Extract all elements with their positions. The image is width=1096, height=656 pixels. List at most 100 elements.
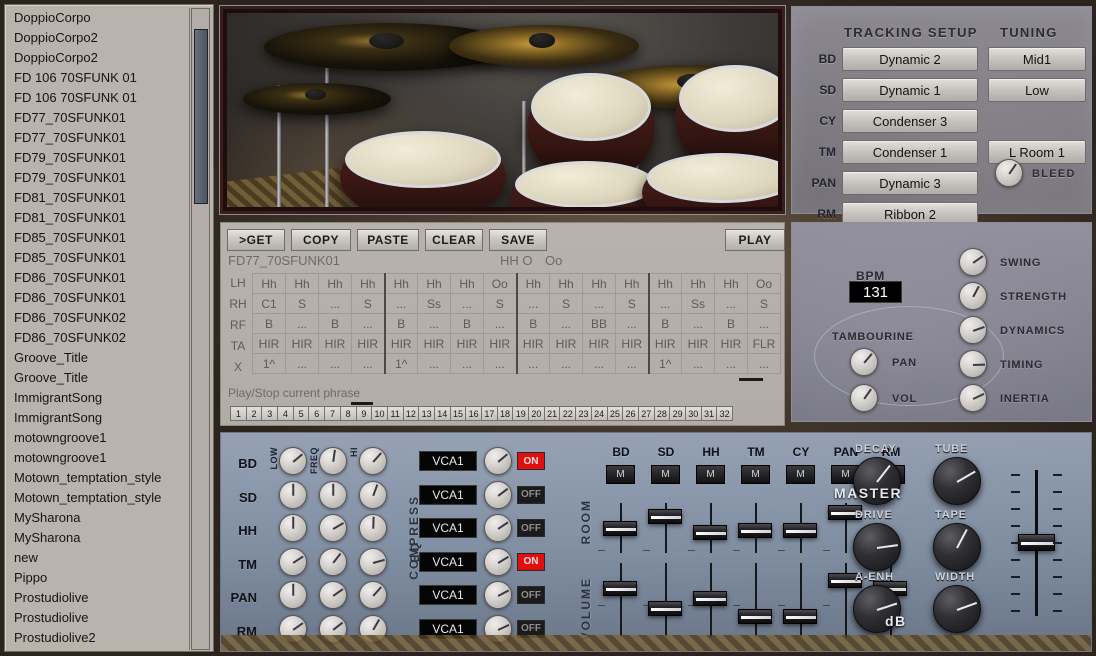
timing-knob[interactable]	[959, 350, 987, 378]
room-fader-cy[interactable]	[783, 523, 817, 538]
mute-button-tm[interactable]: M	[741, 465, 770, 484]
tape-knob[interactable]	[933, 523, 981, 571]
mute-button-bd[interactable]: M	[606, 465, 635, 484]
grid-cell[interactable]: B	[253, 314, 286, 334]
groove-list[interactable]: DoppioCorpoDoppioCorpo2DoppioCorpo2FD 10…	[8, 8, 190, 650]
step-17[interactable]: 17	[481, 406, 498, 421]
list-item[interactable]: FD86_70SFUNK01	[8, 268, 189, 288]
grid-cell[interactable]: Oo	[748, 274, 781, 294]
step-11[interactable]: 11	[387, 406, 404, 421]
tambourine-vol-knob[interactable]	[850, 384, 878, 412]
eq-hi-rm-knob[interactable]	[359, 615, 387, 643]
grid-cell[interactable]: ...	[616, 354, 649, 374]
list-item[interactable]: motowngroove1	[8, 448, 189, 468]
grid-cell[interactable]: Oo	[484, 274, 517, 294]
grid-cell[interactable]: HIR	[418, 334, 451, 354]
grid-cell[interactable]: B	[649, 314, 682, 334]
list-item[interactable]: FD86_70SFUNK02	[8, 308, 189, 328]
grid-cell[interactable]: Hh	[517, 274, 550, 294]
grid-cell[interactable]: FLR	[748, 334, 781, 354]
room-fader-hh[interactable]	[693, 525, 727, 540]
list-item[interactable]: Motown_temptation_style	[8, 488, 189, 508]
eq-freq-hh-knob[interactable]	[319, 514, 347, 542]
step-18[interactable]: 18	[497, 406, 514, 421]
volume-fader-tm[interactable]	[738, 609, 772, 624]
scrollbar-thumb[interactable]	[194, 29, 208, 204]
grid-cell[interactable]: ...	[484, 314, 517, 334]
eq-hi-hh-knob[interactable]	[359, 514, 387, 542]
volume-fader-bd[interactable]	[603, 581, 637, 596]
step-2[interactable]: 2	[246, 406, 263, 421]
grid-cell[interactable]: ...	[517, 354, 550, 374]
volume-fader-track-bd[interactable]	[620, 563, 622, 637]
bpm-display[interactable]: 131	[849, 281, 902, 303]
grid-cell[interactable]: ...	[517, 294, 550, 314]
list-item[interactable]: Groove_Title	[8, 368, 189, 388]
grid-cell[interactable]: ...	[715, 294, 748, 314]
grid-cell[interactable]: Hh	[253, 274, 286, 294]
list-item[interactable]: FD81_70SFUNK01	[8, 188, 189, 208]
seq-button-paste[interactable]: PASTE	[357, 229, 419, 251]
mute-button-hh[interactable]: M	[696, 465, 725, 484]
width-knob[interactable]	[933, 585, 981, 633]
list-item[interactable]: ImmigrantSong	[8, 408, 189, 428]
grid-cell[interactable]: B	[715, 314, 748, 334]
step-strip[interactable]: 1234567891011121314151617181920212223242…	[230, 406, 732, 421]
grid-cell[interactable]: B	[451, 314, 484, 334]
grid-cell[interactable]: B	[385, 314, 418, 334]
eq-low-tm-knob[interactable]	[279, 548, 307, 576]
list-item[interactable]: FD86_70SFUNK02	[8, 328, 189, 348]
eq-low-bd-knob[interactable]	[279, 447, 307, 475]
list-item[interactable]: FD77_70SFUNK01	[8, 128, 189, 148]
grid-cell[interactable]: B	[517, 314, 550, 334]
grid-cell[interactable]: ...	[748, 314, 781, 334]
step-3[interactable]: 3	[261, 406, 278, 421]
grid-cell[interactable]: ...	[682, 354, 715, 374]
grid-cell[interactable]: Hh	[385, 274, 418, 294]
compress-toggle-rm[interactable]: OFF	[517, 620, 545, 638]
grid-cell[interactable]: HIR	[682, 334, 715, 354]
step-4[interactable]: 4	[277, 406, 294, 421]
volume-fader-track-tm[interactable]	[755, 563, 757, 637]
grid-cell[interactable]: Hh	[451, 274, 484, 294]
compress-toggle-bd[interactable]: ON	[517, 452, 545, 470]
step-23[interactable]: 23	[575, 406, 592, 421]
compress-vca-pan[interactable]: VCA1	[419, 585, 477, 605]
grid-cell[interactable]: ...	[418, 354, 451, 374]
groove-list-scrollbar[interactable]	[191, 8, 210, 650]
step-7[interactable]: 7	[324, 406, 341, 421]
strength-knob[interactable]	[959, 282, 987, 310]
grid-cell[interactable]: 1^	[253, 354, 286, 374]
list-item[interactable]: DoppioCorpo2	[8, 28, 189, 48]
compress-toggle-hh[interactable]: OFF	[517, 519, 545, 537]
grid-cell[interactable]: ...	[616, 314, 649, 334]
grid-cell[interactable]: 1^	[385, 354, 418, 374]
grid-cell[interactable]: HIR	[385, 334, 418, 354]
compress-amount-tm-knob[interactable]	[484, 548, 512, 576]
eq-freq-bd-knob[interactable]	[319, 447, 347, 475]
grid-cell[interactable]: Ss	[682, 294, 715, 314]
grid-cell[interactable]: HIR	[286, 334, 319, 354]
grid-cell[interactable]: Ss	[418, 294, 451, 314]
room-fader-sd[interactable]	[648, 509, 682, 524]
step-13[interactable]: 13	[418, 406, 435, 421]
step-1[interactable]: 1	[230, 406, 247, 421]
grid-cell[interactable]: Hh	[352, 274, 385, 294]
grid-cell[interactable]: HIR	[451, 334, 484, 354]
list-item[interactable]: FD79_70SFUNK01	[8, 148, 189, 168]
grid-cell[interactable]: HIR	[352, 334, 385, 354]
list-item[interactable]: FD79_70SFUNK01	[8, 168, 189, 188]
grid-cell[interactable]: Hh	[649, 274, 682, 294]
compress-vca-bd[interactable]: VCA1	[419, 451, 477, 471]
eq-low-hh-knob[interactable]	[279, 514, 307, 542]
swing-knob[interactable]	[959, 248, 987, 276]
grid-cell[interactable]: Hh	[286, 274, 319, 294]
volume-fader-cy[interactable]	[783, 609, 817, 624]
room-fader-tm[interactable]	[738, 523, 772, 538]
grid-cell[interactable]: Hh	[616, 274, 649, 294]
grid-cell[interactable]: S	[352, 294, 385, 314]
eq-freq-rm-knob[interactable]	[319, 615, 347, 643]
eq-freq-tm-knob[interactable]	[319, 548, 347, 576]
list-item[interactable]: DoppioCorpo	[8, 8, 189, 28]
tuning-button-0[interactable]: Mid1	[988, 47, 1086, 71]
